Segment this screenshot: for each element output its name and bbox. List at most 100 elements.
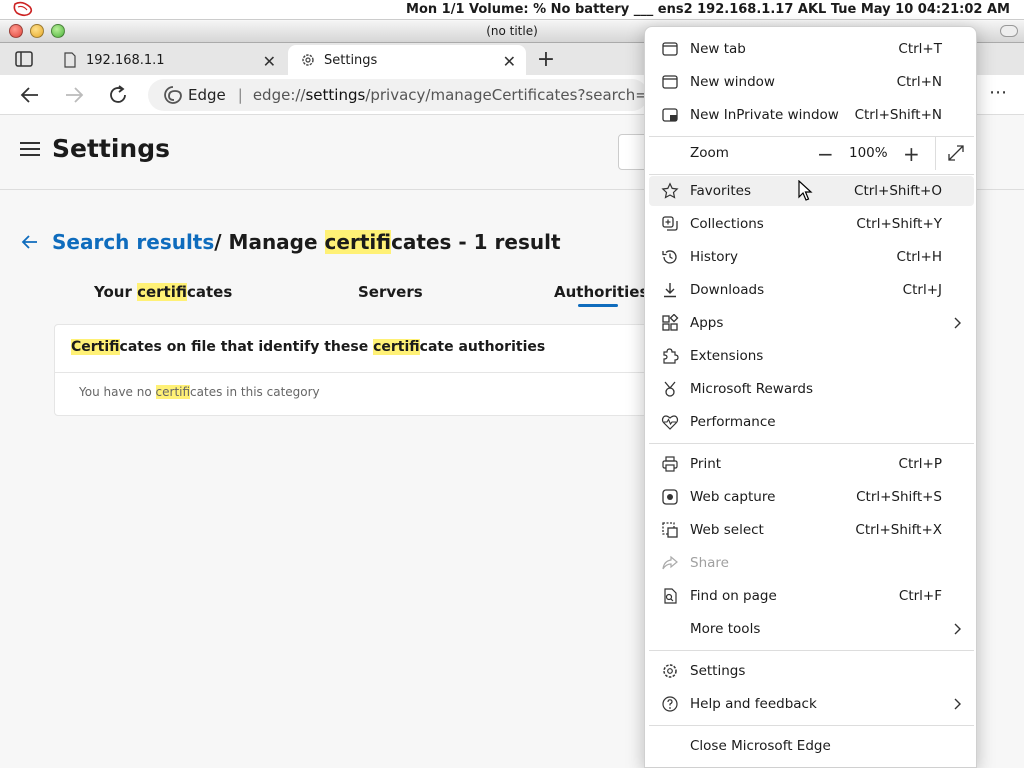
- chevron-right-icon: [954, 623, 961, 635]
- star-icon: [661, 182, 679, 199]
- settings-and-more-menu: New tab Ctrl+T New window Ctrl+N New InP…: [644, 26, 977, 768]
- share-icon: [662, 555, 678, 570]
- menu-shortcut: Ctrl+Shift+Y: [856, 216, 942, 232]
- refresh-icon[interactable]: [106, 83, 130, 107]
- menu-item-collections[interactable]: Collections Ctrl+Shift+Y: [649, 209, 974, 239]
- zoom-out-button[interactable]: −: [817, 142, 834, 166]
- menu-label: Help and feedback: [690, 696, 817, 712]
- menu-item-print[interactable]: Print Ctrl+P: [649, 449, 974, 479]
- tab-label: Your: [94, 283, 138, 301]
- zoom-level: 100%: [849, 145, 888, 161]
- menu-shortcut: Ctrl+Shift+X: [855, 522, 942, 538]
- settings-and-more-button[interactable]: ⋯: [984, 81, 1012, 109]
- breadcrumb-current: / Manage certificates - 1 result: [214, 230, 561, 254]
- search-highlight: certifi: [373, 339, 420, 355]
- tab-label: Servers: [358, 283, 423, 301]
- tab-label-tail: cates: [187, 283, 233, 301]
- menu-label: Performance: [690, 414, 776, 430]
- puzzle-icon: [663, 348, 679, 364]
- heartbeat-icon: [661, 415, 679, 430]
- tab-authorities[interactable]: Authorities: [554, 283, 649, 307]
- menu-label: Apps: [690, 315, 724, 331]
- new-tab-icon: [662, 42, 678, 56]
- menu-item-microsoft-rewards[interactable]: Microsoft Rewards: [649, 374, 974, 404]
- menu-divider: [649, 725, 974, 726]
- menu-item-settings[interactable]: Settings: [649, 656, 974, 686]
- menu-label: Share: [690, 555, 729, 571]
- certificate-tabs: Your certificates Servers Authorities: [0, 283, 660, 309]
- tab-actions-icon[interactable]: [14, 49, 34, 69]
- certificates-card: Certificates on file that identify these…: [54, 324, 654, 416]
- zoom-in-button[interactable]: +: [903, 142, 920, 166]
- page-title: Settings: [52, 134, 171, 163]
- menu-label: Microsoft Rewards: [690, 381, 814, 397]
- menu-item-new-inprivate-window[interactable]: New InPrivate window Ctrl+Shift+N: [649, 100, 974, 130]
- gear-icon: [663, 664, 677, 678]
- active-tab-indicator: [578, 304, 618, 307]
- menu-shortcut: Ctrl+Shift+O: [854, 183, 942, 199]
- breadcrumb: Search results / Manage certificates - 1…: [20, 230, 561, 254]
- close-tab-icon[interactable]: ✕: [503, 52, 516, 71]
- heading-tail: cate authorities: [419, 339, 546, 355]
- card-heading: Certificates on file that identify these…: [71, 339, 545, 355]
- menu-label: Favorites: [690, 183, 751, 199]
- search-highlight: certifi: [155, 385, 191, 399]
- menu-shortcut: Ctrl+H: [896, 249, 942, 265]
- close-tab-icon[interactable]: ✕: [263, 52, 276, 71]
- rewards-icon: [664, 381, 676, 397]
- menu-item-extensions[interactable]: Extensions: [649, 341, 974, 371]
- menu-item-new-tab[interactable]: New tab Ctrl+T: [649, 34, 974, 64]
- menu-shortcut: Ctrl+Shift+N: [854, 107, 942, 123]
- menu-item-web-capture[interactable]: Web capture Ctrl+Shift+S: [649, 482, 974, 512]
- menu-shortcut: Ctrl+N: [896, 74, 942, 90]
- empty-text-tail: cates in this category: [190, 385, 320, 399]
- fullscreen-icon[interactable]: [947, 144, 965, 162]
- menu-item-new-window[interactable]: New window Ctrl+N: [649, 67, 974, 97]
- search-highlight: certifi: [324, 230, 392, 254]
- web-select-icon: [662, 522, 678, 538]
- menu-item-zoom: Zoom − 100% +: [649, 136, 974, 170]
- menu-label: Close Microsoft Edge: [690, 738, 831, 754]
- page-icon: [64, 52, 76, 68]
- menu-item-find-on-page[interactable]: Find on page Ctrl+F: [649, 581, 974, 611]
- forward-arrow-icon[interactable]: [62, 83, 86, 107]
- tab-192-168-1-1[interactable]: 192.168.1.1 ✕: [50, 45, 286, 75]
- menu-label: History: [690, 249, 739, 265]
- window-shade-button[interactable]: [1000, 25, 1018, 37]
- find-icon: [664, 588, 677, 604]
- menu-item-history[interactable]: History Ctrl+H: [649, 242, 974, 272]
- menu-shortcut: Ctrl+Shift+S: [856, 489, 942, 505]
- address-scheme: edge://: [252, 86, 306, 104]
- search-results-link[interactable]: Search results: [52, 230, 214, 254]
- menu-label: New tab: [690, 41, 746, 57]
- hamburger-menu-icon[interactable]: [20, 142, 40, 158]
- menu-item-apps[interactable]: Apps: [649, 308, 974, 338]
- back-arrow-icon[interactable]: [18, 83, 42, 107]
- gear-icon: [302, 54, 314, 66]
- tab-servers[interactable]: Servers: [358, 283, 423, 301]
- menu-item-performance[interactable]: Performance: [649, 407, 974, 437]
- menu-label: Web capture: [690, 489, 776, 505]
- tab-your-certificates[interactable]: Your certificates: [94, 283, 232, 301]
- menu-shortcut: Ctrl+P: [898, 456, 942, 472]
- back-arrow-icon[interactable]: [20, 232, 40, 252]
- menu-item-more-tools[interactable]: More tools: [649, 614, 974, 644]
- menu-item-help-and-feedback[interactable]: Help and feedback: [649, 689, 974, 719]
- menu-divider: [649, 650, 974, 651]
- empty-state-text: You have no certificates in this categor…: [79, 385, 320, 399]
- address-bar[interactable]: Edge | edge:// settings /privacy/manageC…: [148, 79, 648, 111]
- menu-item-web-select[interactable]: Web select Ctrl+Shift+X: [649, 515, 974, 545]
- new-tab-button[interactable]: +: [536, 47, 556, 72]
- search-highlight: Certifi: [71, 339, 120, 355]
- menu-label: Print: [690, 456, 722, 472]
- menu-label: Find on page: [690, 588, 777, 604]
- tab-settings[interactable]: Settings ✕: [288, 45, 526, 75]
- menu-item-downloads[interactable]: Downloads Ctrl+J: [649, 275, 974, 305]
- os-logo-icon[interactable]: [12, 1, 34, 18]
- menu-item-close-microsoft-edge[interactable]: Close Microsoft Edge: [649, 731, 974, 761]
- breadcrumb-separator: / Manage: [214, 230, 325, 254]
- tab-label: Authorities: [554, 283, 649, 301]
- menu-item-share: Share: [649, 548, 974, 578]
- address-brand: Edge: [188, 86, 226, 104]
- menu-label: Extensions: [690, 348, 764, 364]
